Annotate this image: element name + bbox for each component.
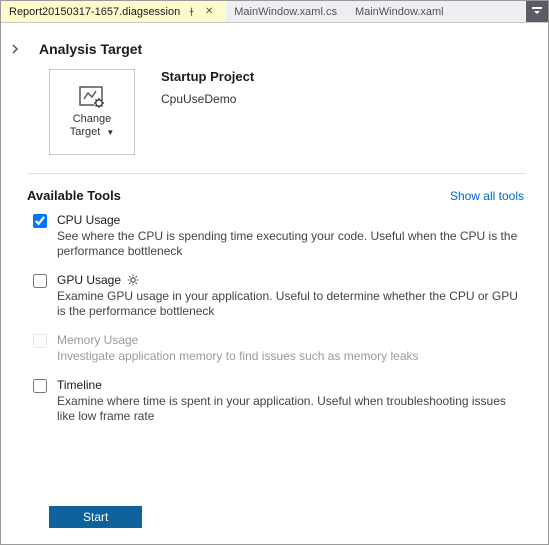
- analysis-target-heading: Analysis Target: [39, 41, 142, 57]
- tool-cpu-desc: See where the CPU is spending time execu…: [57, 229, 522, 259]
- tool-gpu-usage: GPU Usage Examine GPU: [33, 273, 522, 319]
- tab-report-diagsession[interactable]: Report20150317-1657.diagsession ✕: [1, 1, 226, 22]
- tab-label: MainWindow.xaml.cs: [234, 6, 337, 18]
- tool-memory-usage: Memory Usage Investigate application mem…: [33, 333, 522, 364]
- tool-gpu-desc: Examine GPU usage in your application. U…: [57, 289, 522, 319]
- content-area: Analysis Target Change: [1, 23, 548, 544]
- divider: [27, 173, 526, 174]
- tool-list: CPU Usage See where the CPU is spending …: [33, 213, 522, 424]
- tab-mainwindow-xaml[interactable]: MainWindow.xaml: [347, 1, 454, 22]
- pin-icon[interactable]: [184, 5, 198, 19]
- change-target-button[interactable]: Change Target ▼: [49, 69, 135, 155]
- tool-cpu-checkbox[interactable]: [33, 214, 47, 228]
- close-icon[interactable]: ✕: [202, 5, 216, 19]
- expand-chevron-icon[interactable]: [11, 41, 21, 57]
- target-info: Startup Project CpuUseDemo: [161, 69, 254, 106]
- tool-timeline: Timeline Examine where time is spent in …: [33, 378, 522, 424]
- start-button[interactable]: Start: [49, 506, 142, 528]
- tool-memory-checkbox: [33, 334, 47, 348]
- tab-overflow-button[interactable]: [526, 1, 548, 22]
- tool-gpu-checkbox[interactable]: [33, 274, 47, 288]
- dropdown-caret-icon: ▼: [103, 128, 114, 137]
- change-target-label-2: Target: [70, 126, 101, 138]
- tool-cpu-title: CPU Usage: [57, 213, 120, 227]
- tool-cpu-usage: CPU Usage See where the CPU is spending …: [33, 213, 522, 259]
- change-target-label-1: Change: [73, 113, 112, 125]
- tool-memory-desc: Investigate application memory to find i…: [57, 349, 522, 364]
- tab-strip: Report20150317-1657.diagsession ✕ MainWi…: [1, 1, 548, 23]
- tool-gpu-title: GPU Usage: [57, 273, 121, 287]
- document-gear-icon: [78, 85, 106, 109]
- tab-label: Report20150317-1657.diagsession: [9, 6, 180, 18]
- tool-timeline-checkbox[interactable]: [33, 379, 47, 393]
- tab-mainwindow-cs[interactable]: MainWindow.xaml.cs: [226, 1, 347, 22]
- tool-timeline-title: Timeline: [57, 378, 102, 392]
- project-name: CpuUseDemo: [161, 92, 254, 106]
- show-all-tools-link[interactable]: Show all tools: [450, 189, 524, 203]
- startup-project-heading: Startup Project: [161, 69, 254, 84]
- tab-label: MainWindow.xaml: [355, 6, 444, 18]
- gear-icon[interactable]: [127, 274, 139, 286]
- tool-timeline-desc: Examine where time is spent in your appl…: [57, 394, 522, 424]
- available-tools-heading: Available Tools: [27, 188, 121, 203]
- tool-memory-title: Memory Usage: [57, 333, 138, 347]
